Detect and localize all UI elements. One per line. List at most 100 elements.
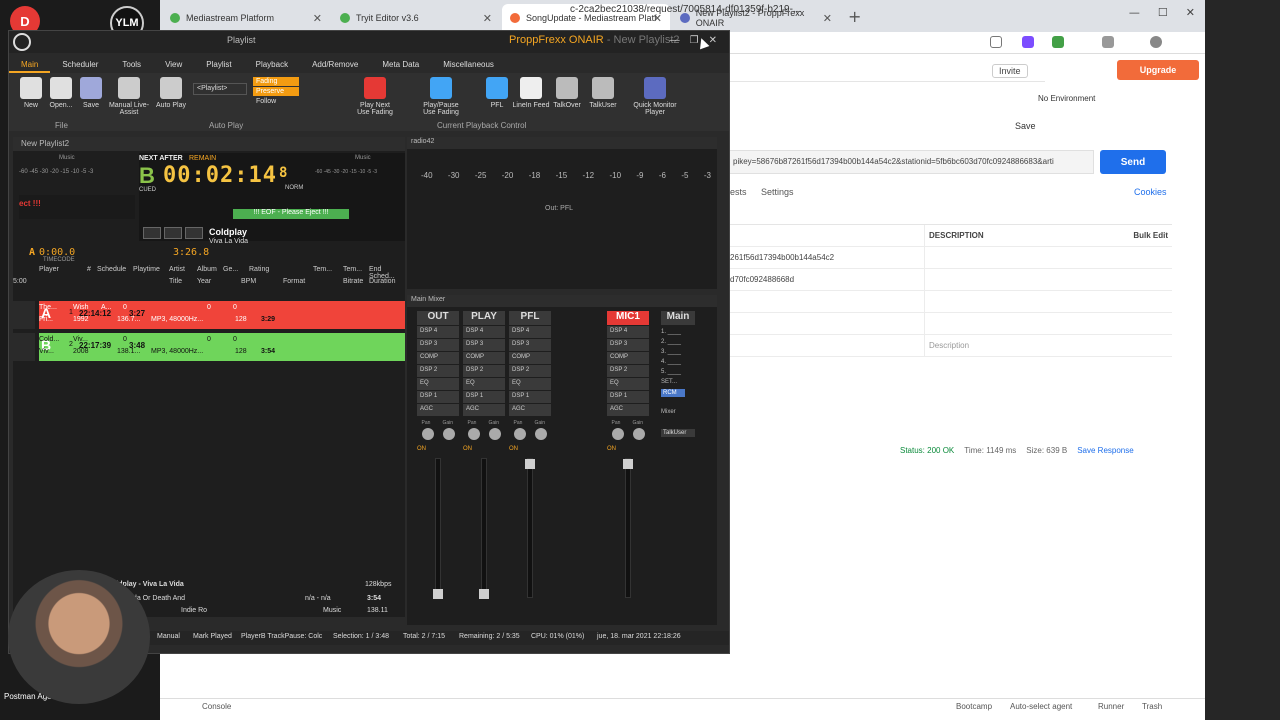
on-toggle[interactable]: ON bbox=[463, 446, 505, 452]
tab-miscellaneous[interactable]: Miscellaneous bbox=[431, 59, 506, 73]
dsp-slot[interactable]: DSP 1 bbox=[607, 391, 649, 403]
tab-meta-data[interactable]: Meta Data bbox=[370, 59, 431, 73]
col-bitrate[interactable]: Bitrate bbox=[343, 278, 363, 285]
manual-mode[interactable]: Manual bbox=[157, 633, 180, 640]
play-pause-button[interactable]: Play/Pause Use Fading bbox=[419, 77, 463, 116]
manual-live-assist-button[interactable]: Manual Live-Assist bbox=[107, 77, 151, 116]
close-window-icon[interactable]: ✕ bbox=[1186, 6, 1195, 19]
strip-name[interactable]: OUT bbox=[417, 311, 459, 325]
url-text[interactable]: c-2ca2bec21038/request/7005814-df01359f-… bbox=[570, 4, 801, 15]
col-year[interactable]: Year bbox=[197, 278, 211, 285]
dsp-slot[interactable]: DSP 3 bbox=[463, 339, 505, 351]
dsp-slot[interactable]: DSP 3 bbox=[417, 339, 459, 351]
gain-knob[interactable] bbox=[632, 428, 645, 440]
dsp-slot[interactable]: EQ bbox=[607, 378, 649, 390]
save-button[interactable]: Save bbox=[1015, 121, 1036, 131]
maximize-icon[interactable]: ☐ bbox=[1158, 6, 1168, 19]
dsp-slot[interactable]: DSP 2 bbox=[607, 365, 649, 377]
bulk-edit-link[interactable]: Bulk Edit bbox=[1133, 231, 1168, 240]
dsp-slot[interactable]: DSP 2 bbox=[509, 365, 551, 377]
param-value[interactable]: 261f56d17394b00b144a54c2 bbox=[728, 253, 924, 262]
dsp-slot[interactable]: DSP 2 bbox=[463, 365, 505, 377]
talkuser-button[interactable]: TalkUser bbox=[581, 77, 625, 109]
dsp-slot[interactable]: DSP 4 bbox=[509, 326, 551, 338]
col-title[interactable]: Title bbox=[169, 278, 182, 285]
volume-fader[interactable] bbox=[433, 458, 443, 599]
pan-knob[interactable] bbox=[513, 428, 526, 440]
send-button[interactable]: Send bbox=[1100, 150, 1166, 174]
close-icon[interactable]: ✕ bbox=[823, 12, 832, 25]
cookies-link[interactable]: Cookies bbox=[1134, 187, 1167, 197]
close-icon[interactable]: ✕ bbox=[709, 35, 717, 46]
volume-fader[interactable] bbox=[525, 458, 535, 598]
gain-knob[interactable] bbox=[488, 428, 501, 440]
param-desc[interactable] bbox=[924, 313, 1172, 334]
col-schedule[interactable]: Schedule bbox=[97, 266, 126, 273]
talkuser-strip-button[interactable]: TalkUser bbox=[661, 429, 695, 437]
auto-play-button[interactable]: Auto Play bbox=[149, 77, 193, 109]
download-icon[interactable] bbox=[13, 33, 31, 51]
table-row[interactable]: A 1 22:14:12 3:27 The... Wish A... 0 0 0… bbox=[39, 301, 405, 329]
tab-playback[interactable]: Playback bbox=[244, 59, 300, 73]
table-row[interactable]: d70fc092488668d bbox=[728, 269, 1172, 291]
runner-button[interactable]: Runner bbox=[1098, 702, 1124, 711]
col-format[interactable]: Format bbox=[283, 278, 305, 285]
on-toggle[interactable]: ON bbox=[509, 446, 551, 452]
param-desc[interactable] bbox=[924, 291, 1172, 312]
on-toggle[interactable]: ON bbox=[607, 446, 649, 452]
pan-knob[interactable] bbox=[611, 428, 624, 440]
tab-scheduler[interactable]: Scheduler bbox=[50, 59, 110, 73]
col-album[interactable]: Album bbox=[197, 266, 217, 273]
table-row[interactable] bbox=[728, 291, 1172, 313]
close-icon[interactable]: ✕ bbox=[313, 12, 322, 25]
table-row[interactable]: B 2 22:17:39 3:48 Cold... Viv... 0 0 0 V… bbox=[39, 333, 405, 361]
minimize-icon[interactable]: — bbox=[1129, 6, 1140, 19]
volume-fader[interactable] bbox=[479, 458, 489, 599]
param-value[interactable]: d70fc092488668d bbox=[728, 275, 924, 284]
strip-name[interactable]: PLAY bbox=[463, 311, 505, 325]
dsp-slot[interactable]: EQ bbox=[509, 378, 551, 390]
follow-toggle[interactable]: Follow bbox=[253, 97, 299, 106]
dsp-slot[interactable]: AGC bbox=[509, 404, 551, 416]
request-url-input[interactable]: pikey=58676b87261f56d17394b00b144a54c2&s… bbox=[728, 150, 1094, 174]
fader-thumb[interactable] bbox=[479, 589, 489, 599]
tab-tests[interactable]: ests bbox=[730, 187, 747, 197]
fader-thumb[interactable] bbox=[623, 459, 633, 469]
param-desc[interactable] bbox=[924, 269, 1172, 290]
fading-toggle[interactable]: Fading bbox=[253, 77, 299, 86]
dsp-slot[interactable]: DSP 1 bbox=[417, 391, 459, 403]
save-response-button[interactable]: Save Response bbox=[1077, 446, 1133, 455]
tab-main[interactable]: Main bbox=[9, 59, 51, 73]
dsp-slot[interactable]: COMP bbox=[509, 352, 551, 364]
star-icon[interactable] bbox=[990, 36, 1002, 48]
profile-avatar-icon[interactable] bbox=[1150, 36, 1162, 48]
rcm-button[interactable]: RCM bbox=[661, 389, 685, 397]
minimize-icon[interactable]: — bbox=[670, 35, 680, 46]
dsp-slot[interactable]: DSP 1 bbox=[463, 391, 505, 403]
gain-knob[interactable] bbox=[534, 428, 547, 440]
pan-knob[interactable] bbox=[467, 428, 480, 440]
tab-playlist[interactable]: Playlist bbox=[194, 59, 243, 73]
dsp-slot[interactable]: DSP 1 bbox=[509, 391, 551, 403]
dsp-slot[interactable]: DSP 3 bbox=[509, 339, 551, 351]
dsp-slot[interactable]: EQ bbox=[417, 378, 459, 390]
new-tab-icon[interactable]: + bbox=[848, 7, 861, 26]
table-row[interactable] bbox=[728, 313, 1172, 335]
dsp-slot[interactable]: EQ bbox=[463, 378, 505, 390]
tab-tryit[interactable]: Tryit Editor v3.6 ✕ bbox=[332, 4, 500, 32]
tab-settings[interactable]: Settings bbox=[761, 187, 794, 197]
dsp-slot[interactable]: COMP bbox=[417, 352, 459, 364]
on-toggle[interactable]: ON bbox=[417, 446, 459, 452]
set-button[interactable]: SET... bbox=[661, 379, 695, 385]
col-playtime[interactable]: Playtime bbox=[133, 266, 160, 273]
param-desc[interactable] bbox=[924, 247, 1172, 268]
col-player[interactable]: Player bbox=[39, 266, 59, 273]
col-artist[interactable]: Artist bbox=[169, 266, 185, 273]
col-rating[interactable]: Rating bbox=[249, 266, 269, 273]
extension-icon[interactable] bbox=[1052, 36, 1064, 48]
dsp-slot[interactable]: DSP 4 bbox=[417, 326, 459, 338]
play-next-button[interactable]: Play Next Use Fading bbox=[353, 77, 397, 116]
fader-thumb[interactable] bbox=[525, 459, 535, 469]
upgrade-button[interactable]: Upgrade bbox=[1117, 60, 1199, 80]
col-tem1[interactable]: Tem... bbox=[313, 266, 332, 273]
